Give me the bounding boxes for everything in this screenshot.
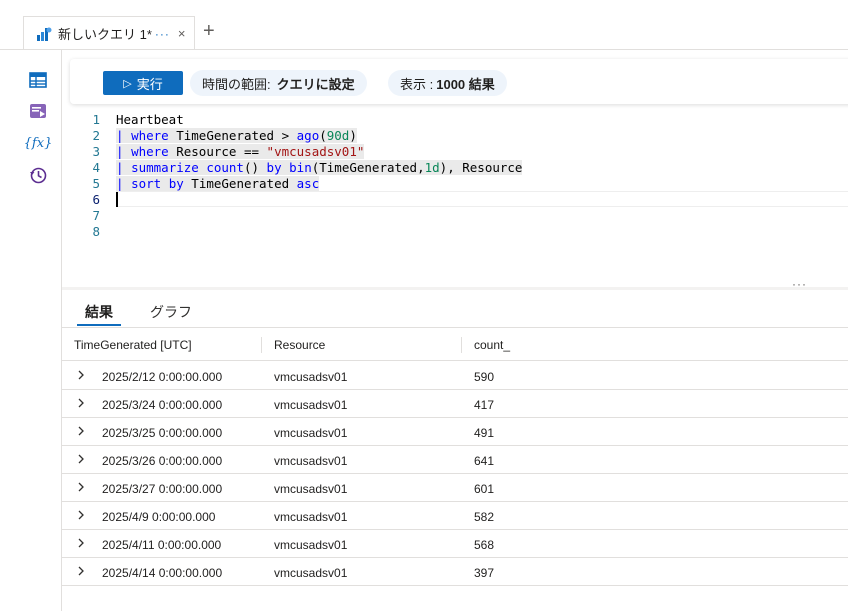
results-grid-header: TimeGenerated [UTC] Resource count_ <box>62 328 848 361</box>
line-number: 7 <box>92 208 100 223</box>
code-line: | where TimeGenerated > ago(90d) <box>116 128 357 143</box>
table-row[interactable]: 2025/3/27 0:00:00.000 vmcusadsv01 601 <box>62 474 848 502</box>
cell-timegenerated: 2025/3/24 0:00:00.000 <box>102 398 223 412</box>
cell-count: 582 <box>474 510 495 524</box>
history-icon <box>30 167 47 184</box>
cell-count: 601 <box>474 482 495 496</box>
functions-icon: {fx} <box>23 135 53 151</box>
tab-results[interactable]: 結果 <box>85 302 113 322</box>
pane-splitter[interactable] <box>62 287 848 290</box>
current-line-highlight <box>116 191 848 207</box>
run-button[interactable]: ▷ 実行 <box>103 71 183 95</box>
cell-resource: vmcusadsv01 <box>274 566 348 580</box>
cell-timegenerated: 2025/3/25 0:00:00.000 <box>102 426 223 440</box>
result-limit-value: 1000 結果 <box>436 76 495 92</box>
cell-resource: vmcusadsv01 <box>274 398 348 412</box>
side-rail: {fx} <box>0 50 62 611</box>
line-number: 6 <box>92 192 100 207</box>
cell-timegenerated: 2025/2/12 0:00:00.000 <box>102 370 223 384</box>
cell-count: 491 <box>474 426 495 440</box>
cell-count: 590 <box>474 370 495 384</box>
cell-resource: vmcusadsv01 <box>274 510 348 524</box>
table-row[interactable]: 2025/3/26 0:00:00.000 vmcusadsv01 641 <box>62 446 848 474</box>
tab-strip: 新しいクエリ 1* ··· × + <box>0 0 848 50</box>
cell-resource: vmcusadsv01 <box>274 454 348 468</box>
more-icon[interactable]: ··· <box>155 27 170 41</box>
cell-resource: vmcusadsv01 <box>274 482 348 496</box>
cell-timegenerated: 2025/3/27 0:00:00.000 <box>102 482 223 496</box>
table-row[interactable]: 2025/3/25 0:00:00.000 vmcusadsv01 491 <box>62 418 848 446</box>
line-number: 8 <box>92 224 100 239</box>
line-number: 1 <box>92 112 100 127</box>
cell-resource: vmcusadsv01 <box>274 538 348 552</box>
tables-button[interactable] <box>28 70 48 90</box>
chevron-right-icon[interactable] <box>76 508 88 522</box>
line-number: 2 <box>92 128 100 143</box>
chevron-right-icon[interactable] <box>76 396 88 410</box>
table-row[interactable]: 2025/4/9 0:00:00.000 vmcusadsv01 582 <box>62 502 848 530</box>
code-line: | summarize count() by bin(TimeGenerated… <box>116 160 523 175</box>
active-tab-indicator <box>77 324 121 326</box>
queries-button[interactable] <box>28 101 48 121</box>
table-row[interactable]: 2025/3/24 0:00:00.000 vmcusadsv01 417 <box>62 390 848 418</box>
code-line: | where Resource == "vmcusadsv01" <box>116 144 365 159</box>
query-toolbar: ▷ 実行 時間の範囲: クエリに設定 表示 : 1000 結果 <box>70 59 848 104</box>
query-tab[interactable]: 新しいクエリ 1* ··· × <box>23 16 195 50</box>
more-icon[interactable]: ··· <box>792 277 807 291</box>
table-row[interactable]: 2025/2/12 0:00:00.000 vmcusadsv01 590 <box>62 362 848 390</box>
cell-resource: vmcusadsv01 <box>274 426 348 440</box>
line-number: 4 <box>92 160 100 175</box>
column-header-resource[interactable]: Resource <box>274 338 325 352</box>
column-header-timegenerated[interactable]: TimeGenerated [UTC] <box>74 338 192 352</box>
table-row[interactable]: 2025/4/11 0:00:00.000 vmcusadsv01 568 <box>62 530 848 558</box>
table-row[interactable]: 2025/4/14 0:00:00.000 vmcusadsv01 397 <box>62 558 848 586</box>
line-number: 5 <box>92 176 100 191</box>
result-limit-label: 表示 : <box>400 76 434 92</box>
result-limit-picker[interactable]: 表示 : 1000 結果 <box>388 70 507 96</box>
cell-count: 397 <box>474 566 495 580</box>
cell-timegenerated: 2025/4/9 0:00:00.000 <box>102 510 216 524</box>
cell-count: 417 <box>474 398 495 412</box>
time-range-value: クエリに設定 <box>276 76 355 92</box>
time-range-picker[interactable]: 時間の範囲: クエリに設定 <box>190 70 367 96</box>
tables-icon <box>29 72 47 88</box>
functions-button[interactable]: {fx} <box>24 133 53 153</box>
query-tab-title: 新しいクエリ 1* <box>58 27 152 42</box>
queries-icon <box>30 104 46 118</box>
close-icon[interactable]: × <box>178 26 186 41</box>
play-icon: ▷ <box>123 77 132 90</box>
tab-chart[interactable]: グラフ <box>150 302 192 322</box>
column-resize-handle[interactable] <box>461 337 462 353</box>
chevron-right-icon[interactable] <box>76 424 88 438</box>
time-range-label: 時間の範囲: <box>202 76 271 92</box>
column-header-count[interactable]: count_ <box>474 338 510 352</box>
cell-timegenerated: 2025/4/14 0:00:00.000 <box>102 566 223 580</box>
chevron-right-icon[interactable] <box>76 536 88 550</box>
code-line: | sort by TimeGenerated asc <box>116 176 320 191</box>
add-tab-icon[interactable]: + <box>203 21 215 41</box>
history-button[interactable] <box>28 165 48 185</box>
query-editor[interactable]: 1 2 3 4 5 6 7 8 Heartbeat | where TimeGe… <box>70 110 848 286</box>
cell-timegenerated: 2025/3/26 0:00:00.000 <box>102 454 223 468</box>
chevron-right-icon[interactable] <box>76 452 88 466</box>
line-number: 3 <box>92 144 100 159</box>
cell-resource: vmcusadsv01 <box>274 370 348 384</box>
chevron-right-icon[interactable] <box>76 368 88 382</box>
tab-divider <box>0 49 848 50</box>
text-caret <box>116 192 118 207</box>
log-analytics-icon <box>37 27 52 41</box>
cell-timegenerated: 2025/4/11 0:00:00.000 <box>102 538 222 552</box>
code-line: Heartbeat <box>116 112 184 127</box>
run-button-label: 実行 <box>136 76 163 92</box>
column-resize-handle[interactable] <box>261 337 262 353</box>
chevron-right-icon[interactable] <box>76 564 88 578</box>
cell-count: 641 <box>474 454 495 468</box>
chevron-right-icon[interactable] <box>76 480 88 494</box>
cell-count: 568 <box>474 538 495 552</box>
